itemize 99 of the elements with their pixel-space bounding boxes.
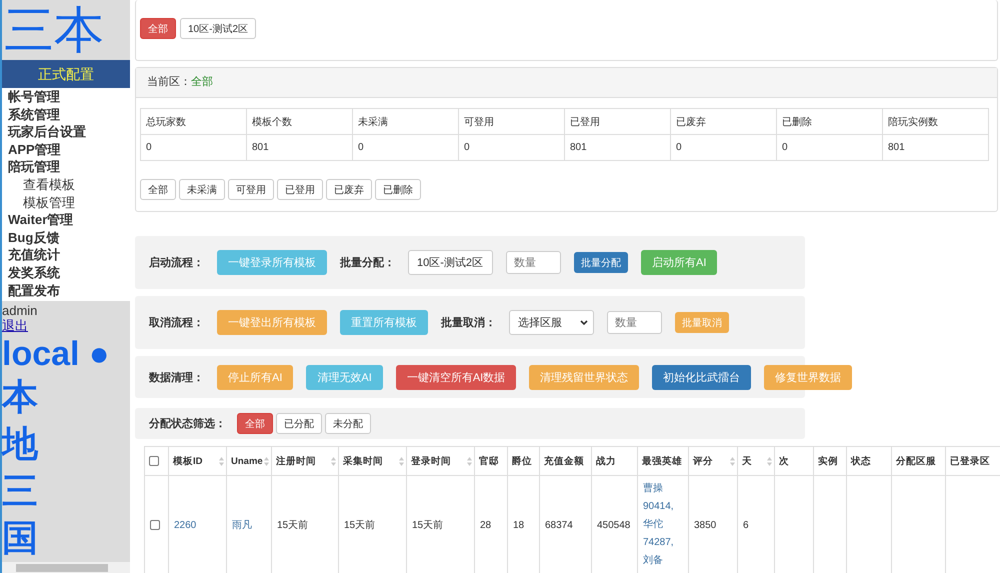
sort-icon[interactable] xyxy=(730,457,735,466)
table-cell: 450548 xyxy=(597,520,630,531)
table-header: 已废弃 xyxy=(670,108,776,134)
sort-icon[interactable] xyxy=(467,457,472,466)
column-header[interactable]: 注册时间 xyxy=(272,446,338,476)
table-cell: 0 xyxy=(670,134,776,160)
sort-icon[interactable] xyxy=(219,457,224,466)
table-cell: 801 xyxy=(246,134,352,160)
assign-filter-button[interactable]: 已分配 xyxy=(276,413,322,434)
username: admin xyxy=(2,302,38,318)
sort-icon[interactable] xyxy=(399,457,404,466)
sort-icon[interactable] xyxy=(767,457,772,466)
status-filter-button[interactable]: 已删除 xyxy=(375,179,421,200)
action-label: 启动流程： xyxy=(149,256,204,270)
column-header[interactable]: 分配区服 xyxy=(892,446,946,476)
table-cell: 15天前 xyxy=(277,520,308,532)
sidebar-item[interactable]: 配置发布 xyxy=(8,282,130,300)
table-cell: 801 xyxy=(882,134,988,160)
column-header[interactable]: 采集时间 xyxy=(338,446,406,476)
sidebar-item[interactable]: APP管理 xyxy=(8,140,130,158)
section-title: 正式配置 xyxy=(2,60,130,88)
table-header: 总玩家数 xyxy=(140,108,246,134)
sidebar-item[interactable]: 帐号管理 xyxy=(8,88,130,106)
table-cell: 0 xyxy=(352,134,458,160)
logout-link[interactable]: 退出 xyxy=(2,318,28,334)
table-cell: 68374 xyxy=(545,520,573,531)
sidebar-item[interactable]: 陪玩管理 xyxy=(8,158,130,176)
field-label: 批量取消： xyxy=(441,316,496,330)
column-header[interactable]: 战力 xyxy=(592,446,638,476)
sidebar-item[interactable]: 玩家后台设置 xyxy=(8,123,130,141)
select-all-checkbox[interactable] xyxy=(149,456,159,466)
table-cell: 3850 xyxy=(694,520,716,531)
column-header[interactable]: 次 xyxy=(774,446,814,476)
column-header[interactable]: 已登录区 xyxy=(946,446,1000,476)
status-filter-button[interactable]: 全部 xyxy=(140,179,176,200)
table-cell: 801 xyxy=(564,134,670,160)
column-header[interactable]: 评分 xyxy=(688,446,738,476)
table-header: 陪玩实例数 xyxy=(882,108,988,134)
sidebar-item[interactable]: 充值统计 xyxy=(8,246,130,264)
sidebar-item[interactable]: Bug反馈 xyxy=(8,228,130,246)
table-cell: 0 xyxy=(458,134,564,160)
status-filter-button[interactable]: 已废弃 xyxy=(326,179,372,200)
quantity-field[interactable]: 数量 xyxy=(506,251,561,274)
table-cell: 6 xyxy=(743,520,749,531)
table-header: 已删除 xyxy=(776,108,882,134)
table-cell: 0 xyxy=(776,134,882,160)
column-header[interactable]: Uname xyxy=(226,446,272,476)
column-header[interactable]: 官邸 xyxy=(474,446,508,476)
column-header[interactable]: 模板ID xyxy=(168,446,226,476)
current-zone: 当前区：全部 xyxy=(136,68,997,98)
action-label: 取消流程： xyxy=(149,316,204,330)
status-filter-button[interactable]: 已登用 xyxy=(277,179,323,200)
column-header[interactable]: 爵位 xyxy=(508,446,540,476)
action-label: 数据清理： xyxy=(149,370,204,384)
sidebar-subitem[interactable]: 查看模板 xyxy=(8,176,130,194)
logo: 三本 xyxy=(3,1,105,60)
table-cell: 曹操 90414, 华佗 74287, 刘备 xyxy=(643,483,674,566)
sort-icon[interactable] xyxy=(264,457,269,466)
server-name: 本地三国 xyxy=(2,375,38,560)
zone-select[interactable]: 选择区服 xyxy=(509,310,594,335)
sort-icon[interactable] xyxy=(331,457,336,466)
table-cell: 15天前 xyxy=(344,520,376,532)
column-header[interactable]: 天 xyxy=(738,446,774,476)
sidebar-subitem[interactable]: 模板管理 xyxy=(8,194,130,212)
table-header: 模板个数 xyxy=(246,108,352,134)
column-header[interactable]: 状态 xyxy=(846,446,892,476)
zone-button[interactable]: 10区-测试2区 xyxy=(180,18,256,39)
table-cell[interactable]: 雨凡 xyxy=(232,520,252,532)
column-header[interactable]: 最强英雄 xyxy=(638,446,688,476)
row-checkbox[interactable] xyxy=(150,520,160,530)
table-header: 未采满 xyxy=(352,108,458,134)
scrollbar[interactable] xyxy=(2,562,130,573)
action-button[interactable]: 一键清空所有AI数据 xyxy=(396,364,516,390)
table-cell: 15天前 xyxy=(412,520,444,532)
action-button[interactable]: 批量分配 xyxy=(574,252,628,273)
sidebar-item[interactable]: 发奖系统 xyxy=(8,264,130,282)
table-cell[interactable]: 2260 xyxy=(174,520,196,531)
sidebar-item[interactable]: 系统管理 xyxy=(8,106,130,124)
action-button[interactable]: 初始化比武擂台 xyxy=(652,364,752,390)
quantity-field[interactable]: 数量 xyxy=(607,311,662,334)
caret-icon xyxy=(580,320,588,326)
column-header[interactable]: 实例 xyxy=(814,446,846,476)
table-header: 可登用 xyxy=(458,108,564,134)
table-header: 已登用 xyxy=(564,108,670,134)
table-cell: 18 xyxy=(513,520,524,531)
assign-filter-button[interactable]: 未分配 xyxy=(325,413,371,434)
zone-select[interactable]: 10区-测试2区 xyxy=(408,250,493,275)
status-filter-button[interactable]: 未采满 xyxy=(179,179,225,200)
table-cell: 28 xyxy=(480,520,492,531)
filter-label: 分配状态筛选： xyxy=(149,416,226,432)
assign-filter-button[interactable]: 全部 xyxy=(237,413,273,434)
status-filter-button[interactable]: 可登用 xyxy=(228,179,274,200)
table-cell: 0 xyxy=(140,134,246,160)
field-label: 批量分配： xyxy=(340,256,395,270)
environment-label: local ● xyxy=(2,334,110,374)
column-header[interactable]: 登录时间 xyxy=(406,446,474,476)
column-header[interactable]: 充值金额 xyxy=(540,446,592,476)
zone-button[interactable]: 全部 xyxy=(140,18,176,39)
sidebar-item[interactable]: Waiter管理 xyxy=(8,211,130,229)
